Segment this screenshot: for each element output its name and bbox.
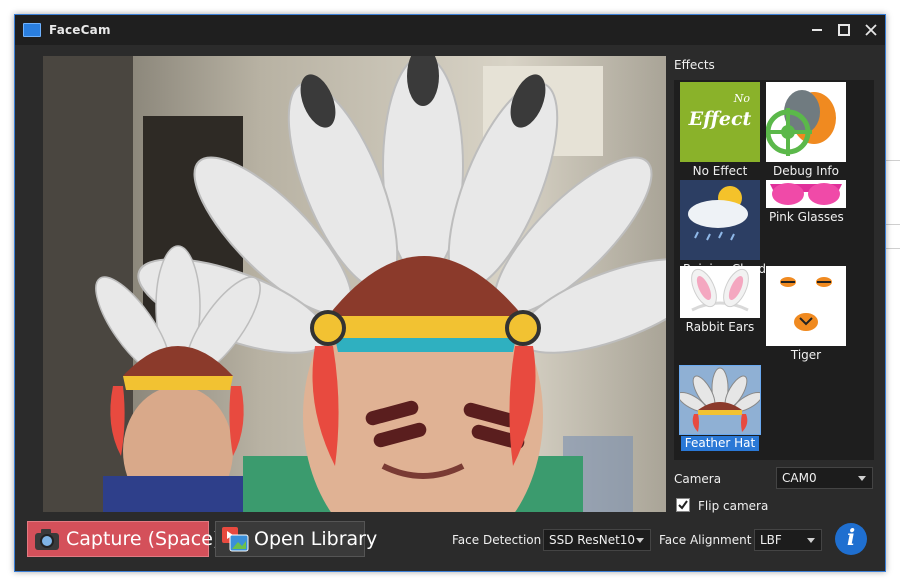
effect-label: Debug Info — [773, 164, 839, 178]
effect-rabbit-ears[interactable]: Rabbit Ears — [679, 266, 761, 335]
close-button[interactable] — [858, 15, 885, 45]
flip-camera-checkbox[interactable] — [676, 498, 690, 512]
effects-label: Effects — [674, 58, 715, 72]
open-library-button[interactable]: Open Library — [215, 521, 377, 557]
rabbit-ears-icon — [680, 266, 760, 318]
face-detection-value: SSD ResNet10 — [549, 533, 636, 547]
facecam-window: FaceCam Effects No Effect No Effect Debu… — [14, 14, 886, 572]
effect-label: Feather Hat — [680, 436, 760, 451]
effects-list[interactable]: No Effect No Effect Debug Info Pink Glas… — [674, 80, 874, 460]
effect-debug-info[interactable]: Debug Info — [765, 82, 847, 179]
info-button[interactable]: i — [835, 523, 867, 555]
thumb-text-effect: Effect — [688, 108, 752, 130]
face-detection-select[interactable]: SSD ResNet10 — [543, 529, 651, 551]
capture-label: Capture (Space) — [66, 528, 221, 550]
side-panel: Effects No Effect No Effect Debug Info P… — [672, 56, 885, 530]
face-detection-label: Face Detection — [452, 533, 542, 547]
library-icon — [220, 524, 250, 554]
feather-hat-icon — [680, 366, 760, 434]
window-title: FaceCam — [49, 23, 111, 37]
camera-label: Camera — [674, 472, 722, 486]
effect-pink-glasses[interactable]: Pink Glasses — [765, 180, 847, 225]
camera-icon — [32, 524, 62, 554]
camera-preview — [43, 56, 666, 512]
maximize-button[interactable] — [831, 15, 858, 45]
camera-select[interactable]: CAM0 — [776, 467, 873, 489]
no-effect-thumbnail: No Effect — [680, 82, 760, 162]
app-icon — [23, 23, 41, 37]
face-alignment-label: Face Alignment — [659, 533, 752, 547]
thumb-text-no: No — [733, 92, 750, 105]
pink-glasses-icon — [766, 180, 846, 208]
flip-camera-label[interactable]: Flip camera — [698, 499, 768, 513]
chevron-down-icon — [636, 538, 644, 543]
effect-label: Pink Glasses — [769, 210, 844, 224]
effect-feather-hat[interactable]: Feather Hat — [679, 366, 761, 451]
effect-raining-cloud[interactable]: Raining Cloud — [679, 180, 766, 277]
info-icon: i — [846, 525, 856, 551]
library-label: Open Library — [254, 528, 378, 550]
effect-tiger[interactable]: Tiger — [765, 266, 847, 363]
camera-value: CAM0 — [782, 471, 817, 485]
close-icon — [865, 24, 877, 36]
title-bar[interactable]: FaceCam — [15, 15, 885, 45]
effect-label: No Effect — [692, 164, 748, 178]
effect-label: Rabbit Ears — [685, 320, 755, 334]
capture-button[interactable]: Capture (Space) — [27, 521, 220, 557]
camera-frame-image — [43, 56, 666, 512]
minimize-icon — [812, 29, 822, 31]
chevron-down-icon — [858, 476, 866, 481]
effect-no-effect[interactable]: No Effect No Effect — [679, 82, 761, 179]
tiger-icon — [766, 266, 846, 346]
chevron-down-icon — [807, 538, 815, 543]
bug-crosshair-icon — [766, 82, 846, 162]
rain-cloud-icon — [680, 180, 760, 260]
face-alignment-select[interactable]: LBF — [754, 529, 822, 551]
checkmark-icon — [678, 500, 688, 510]
face-alignment-value: LBF — [760, 533, 782, 547]
effect-label: Tiger — [790, 348, 822, 362]
maximize-icon — [838, 24, 850, 36]
minimize-button[interactable] — [804, 15, 831, 45]
